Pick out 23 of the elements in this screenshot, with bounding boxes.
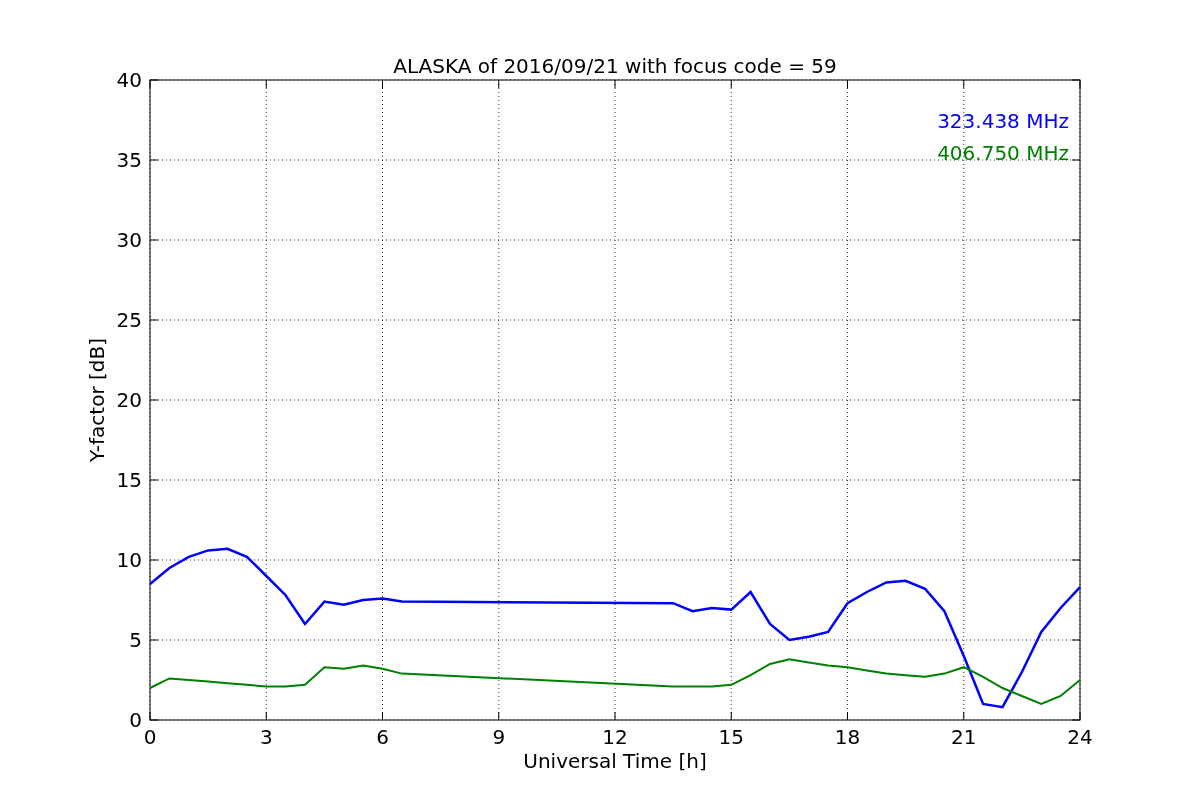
x-tick-label: 18	[834, 725, 861, 749]
y-tick-label: 20	[116, 388, 142, 412]
legend-label: 323.438 MHz	[937, 109, 1069, 133]
x-tick-label: 24	[1067, 725, 1093, 749]
chart-title: ALASKA of 2016/09/21 with focus code = 59	[393, 54, 837, 78]
y-tick-label: 30	[116, 228, 142, 252]
y-tick-label: 0	[129, 708, 142, 732]
x-tick-label: 3	[259, 725, 273, 749]
y-tick-label: 10	[116, 548, 142, 572]
x-tick-label: 15	[718, 725, 744, 749]
x-tick-label: 0	[143, 725, 157, 749]
x-tick-label: 6	[376, 725, 389, 749]
y-tick-label: 5	[129, 628, 142, 652]
x-tick-label: 21	[951, 725, 977, 749]
y-tick-label: 40	[116, 68, 142, 92]
y-axis-label: Y-factor [dB]	[85, 338, 109, 462]
x-axis-label: Universal Time [h]	[523, 749, 707, 773]
x-tick-label: 12	[602, 725, 628, 749]
x-tick-label: 9	[492, 725, 506, 749]
y-tick-label: 25	[116, 308, 142, 332]
y-tick-label: 35	[116, 148, 142, 172]
y-tick-label: 15	[116, 468, 142, 492]
legend-label: 406.750 MHz	[937, 141, 1069, 165]
